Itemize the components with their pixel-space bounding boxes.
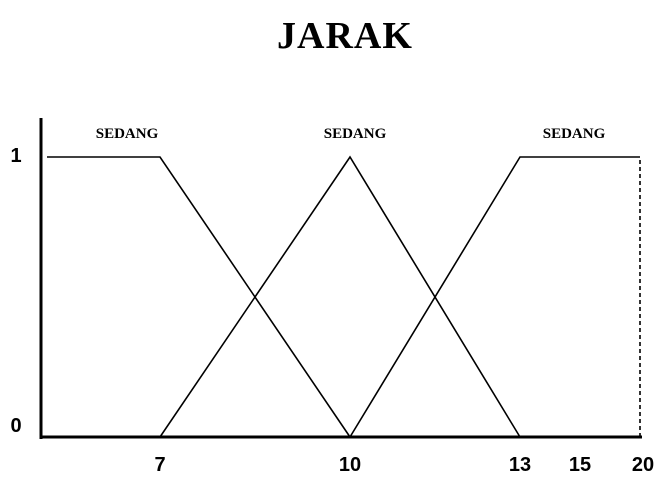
membership-function-chart: SEDANG SEDANG SEDANG 0 1 7 10 13 15 20 [10,118,654,476]
label-layer: SEDANG SEDANG SEDANG 0 1 7 10 13 15 20 [10,126,654,476]
x-tick-label-10: 10 [339,454,361,476]
x-tick-label-15: 15 [569,454,591,476]
axis-layer [39,118,642,439]
x-tick-label-7: 7 [154,454,165,476]
series-line-1 [47,156,351,438]
y-tick-label-1: 1 [10,145,21,167]
y-tick-label-0: 0 [10,415,21,437]
series-layer [47,155,641,438]
series-line-2 [159,155,521,438]
series-label-2: SEDANG [324,126,387,142]
series-label-1: SEDANG [96,126,159,142]
series-label-3: SEDANG [543,126,606,142]
x-tick-label-13: 13 [509,454,531,476]
x-tick-label-20: 20 [632,454,654,476]
